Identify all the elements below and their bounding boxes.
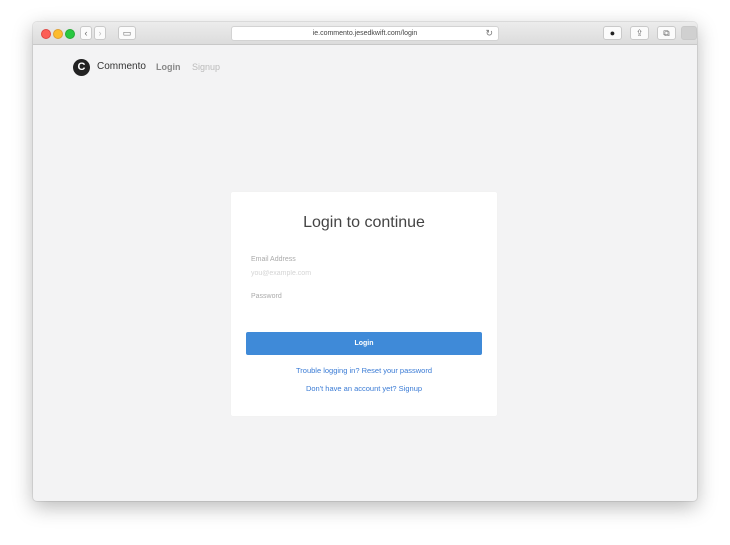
reload-icon[interactable]: ↻: [485, 27, 493, 40]
email-label: Email Address: [251, 256, 296, 263]
chevron-right-icon: ›: [98, 28, 102, 38]
browser-window: ‹ › ▭ ie.commento.jesedkwift.com/login ↻…: [33, 22, 697, 501]
minimize-window-button[interactable]: [53, 29, 63, 39]
brand-name[interactable]: Commento: [97, 61, 146, 72]
reset-password-link[interactable]: Trouble logging in? Reset your password: [231, 366, 497, 375]
zoom-window-button[interactable]: [65, 29, 75, 39]
tabs-button[interactable]: ⧉: [657, 26, 676, 40]
nav-login-link[interactable]: Login: [156, 62, 181, 72]
address-bar[interactable]: ie.commento.jesedkwift.com/login ↻: [231, 26, 499, 41]
share-icon: ⇪: [635, 28, 644, 38]
commento-logo-icon: C: [73, 59, 90, 76]
browser-toolbar: ‹ › ▭ ie.commento.jesedkwift.com/login ↻…: [33, 22, 697, 45]
login-button[interactable]: Login: [246, 332, 482, 355]
address-url: ie.commento.jesedkwift.com/login: [312, 30, 418, 37]
sidebar-icon: ▭: [122, 28, 132, 38]
close-window-button[interactable]: [41, 29, 51, 39]
password-label: Password: [251, 293, 282, 300]
logo-letter: C: [77, 61, 86, 73]
share-button[interactable]: ⇪: [630, 26, 649, 40]
tabs-icon: ⧉: [663, 28, 670, 38]
page-title: Login to continue: [303, 214, 425, 231]
forward-button[interactable]: ›: [94, 26, 106, 40]
sidebar-button[interactable]: ▭: [118, 26, 136, 40]
back-button[interactable]: ‹: [80, 26, 92, 40]
chevron-left-icon: ‹: [84, 28, 88, 38]
new-tab-button[interactable]: [681, 26, 697, 40]
extension-button[interactable]: ●: [603, 26, 622, 40]
email-field[interactable]: [251, 267, 487, 279]
reset-password-text[interactable]: Trouble logging in? Reset your password: [296, 366, 432, 375]
login-card: Login to continue Email Address Password…: [231, 192, 497, 416]
extension-icon: ●: [609, 28, 616, 38]
signup-text[interactable]: Don't have an account yet? Signup: [306, 384, 422, 393]
password-field[interactable]: [251, 304, 487, 316]
nav-signup-link[interactable]: Signup: [192, 62, 220, 72]
signup-link[interactable]: Don't have an account yet? Signup: [231, 384, 497, 393]
